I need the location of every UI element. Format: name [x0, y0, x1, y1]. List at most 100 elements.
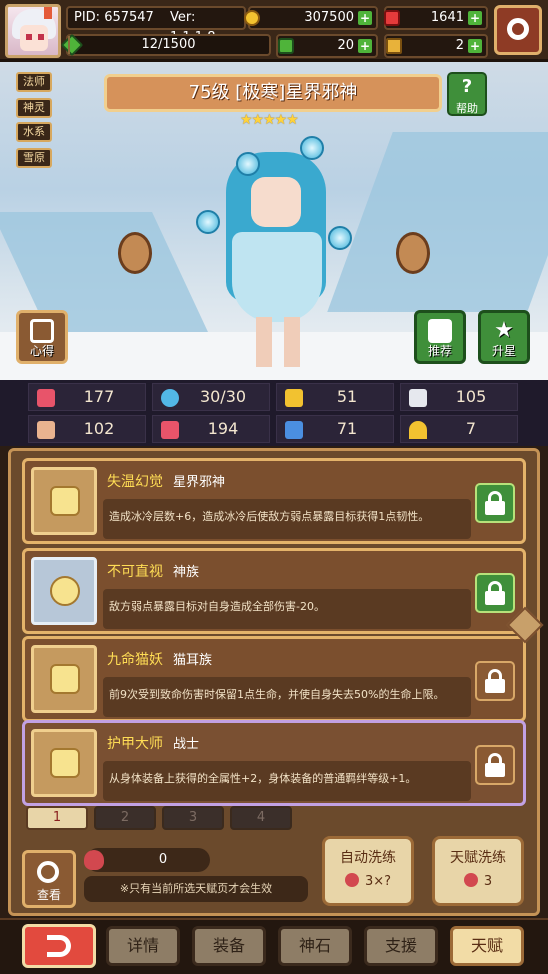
- talent-name: 九命猫妖: [107, 652, 163, 668]
- stat-value: 177: [83, 387, 115, 406]
- back-button[interactable]: [22, 924, 96, 968]
- stats-panel: 177 30/30 51 105 102 194 71 7: [0, 380, 548, 446]
- upstar-label: 升星: [491, 344, 516, 358]
- talent-row[interactable]: 失温幻觉 星界邪神 造成冰冷层数+6，造成冰冷后使敌方弱点暴露目标获得1点韧性。: [22, 458, 526, 544]
- help-button[interactable]: ? 帮助: [447, 72, 487, 116]
- nav-details[interactable]: 详情: [106, 926, 180, 966]
- gear-icon: [507, 18, 529, 40]
- gold-value: 307500: [304, 10, 354, 25]
- page-tab-1[interactable]: 1: [26, 806, 88, 830]
- recommend-label: 推荐: [427, 344, 452, 358]
- talent-row[interactable]: 不可直视 神族 敌方弱点暴露目标对自身造成全部伤害-20。: [22, 548, 526, 634]
- talent-icon: [31, 729, 97, 797]
- next-hero-button[interactable]: [396, 232, 430, 274]
- settings-button[interactable]: [494, 5, 542, 55]
- talent-row[interactable]: 护甲大师 战士 从身体装备上获得的全属性+2，身体装备的普通羁绊等级+1。: [22, 720, 526, 806]
- wash-cost-value: 0: [158, 852, 168, 867]
- nav-godstone[interactable]: 神石: [278, 926, 352, 966]
- page-tab-4[interactable]: 4: [230, 806, 292, 830]
- gem-value: 1641: [430, 10, 464, 25]
- return-arrow-icon: [47, 935, 71, 957]
- talent-name: 不可直视: [107, 564, 163, 580]
- magnifier-icon: [37, 861, 59, 883]
- stat-speed: 105: [400, 383, 518, 411]
- wash-cost: 0: [84, 848, 210, 872]
- auto-wash-label: 自动洗练: [340, 850, 396, 866]
- talent-row[interactable]: 九命猫妖 猫耳族 前9次受到致命伤害时保留1点生命，并使自身失去50%的生命上限…: [22, 636, 526, 722]
- page-tab-3[interactable]: 3: [162, 806, 224, 830]
- stat-value: 51: [336, 387, 358, 406]
- talent-wash-button[interactable]: 天赋洗练 3: [432, 836, 524, 906]
- ice-orb-icon: [300, 136, 324, 160]
- talent-tribe: 星界邪神: [173, 475, 226, 490]
- view-button[interactable]: 查看: [22, 850, 76, 908]
- talent-wash-cost: 3: [435, 873, 521, 889]
- xp-value: 12/1500: [141, 37, 196, 52]
- help-label: 帮助: [456, 102, 478, 115]
- nav-talent[interactable]: 天赋: [450, 926, 524, 966]
- pouch-icon: [344, 873, 359, 887]
- stat-mana: 30/30: [152, 383, 270, 411]
- prev-hero-button[interactable]: [118, 232, 152, 274]
- book-icon: [161, 421, 179, 439]
- unlock-icon: [485, 679, 505, 693]
- stair-icon: [285, 421, 303, 439]
- talent-wash-label: 天赋洗练: [450, 850, 506, 866]
- bottom-nav: 详情 装备 神石 支援 天赋: [0, 918, 548, 974]
- recommend-button[interactable]: 推荐: [414, 310, 466, 364]
- gold-coin-icon: [244, 10, 260, 26]
- xp-bar: 12/1500: [60, 33, 271, 57]
- lock-button[interactable]: [475, 483, 515, 523]
- talent-desc: 前9次受到致命伤害时保留1点生命，并使自身失去50%的生命上限。: [103, 677, 471, 717]
- player-avatar[interactable]: [5, 4, 61, 58]
- talent-desc: 敌方弱点暴露目标对自身造成全部伤害-20。: [103, 589, 471, 629]
- key-value: 2: [455, 38, 464, 53]
- pid-label: PID: 657547: [74, 10, 154, 25]
- add-key-button[interactable]: +: [468, 39, 482, 53]
- auto-wash-button[interactable]: 自动洗练 3×?: [322, 836, 414, 906]
- stat-attack: 102: [28, 415, 146, 443]
- talent-tribe: 战士: [173, 737, 200, 752]
- wash-area: 查看 0 ※只有当前所选天赋页才会生效 自动洗练 3×? 天赋洗练 3: [8, 836, 540, 916]
- lock-icon: [485, 501, 505, 515]
- clover-icon: [278, 38, 294, 54]
- hero-title: 75级 [极寒]星界邪神: [104, 74, 442, 112]
- hero-sprite: [196, 132, 356, 372]
- mana-drop-icon: [161, 389, 179, 407]
- add-gem-button[interactable]: +: [468, 11, 482, 25]
- page-tab-2[interactable]: 2: [94, 806, 156, 830]
- wing-icon: [409, 389, 427, 407]
- upstar-button[interactable]: ★ 升星: [478, 310, 530, 364]
- ice-orb-icon: [236, 152, 260, 176]
- stat-luck: 7: [400, 415, 518, 443]
- talent-icon: [31, 645, 97, 713]
- clover-bar: 20 +: [276, 34, 378, 58]
- element-tag: 水系: [16, 122, 52, 142]
- ice-orb-icon: [328, 226, 352, 250]
- talent-wash-cost-value: 3: [483, 874, 493, 889]
- nav-equipment[interactable]: 装备: [192, 926, 266, 966]
- class-tag: 法师: [16, 72, 52, 92]
- key-bar: 2 +: [384, 34, 488, 58]
- unlock-button[interactable]: [475, 745, 515, 785]
- notice-text: ※只有当前所选天赋页才会生效: [84, 876, 308, 902]
- add-gold-button[interactable]: +: [358, 11, 372, 25]
- talent-icon: [31, 467, 97, 535]
- stat-value: 7: [465, 419, 477, 438]
- race-tag: 神灵: [16, 98, 52, 118]
- notes-label: 心得: [29, 344, 54, 358]
- pouch-icon: [84, 850, 104, 870]
- lock-button[interactable]: [475, 573, 515, 613]
- nav-support[interactable]: 支援: [364, 926, 438, 966]
- heart-icon: [37, 389, 55, 407]
- notes-icon: [30, 319, 54, 343]
- auto-wash-cost-value: 3×?: [364, 874, 392, 889]
- shield-icon: [285, 389, 303, 407]
- unlock-button[interactable]: [475, 661, 515, 701]
- stat-value: 71: [336, 419, 358, 438]
- unlock-icon: [485, 763, 505, 777]
- stat-value: 102: [83, 419, 115, 438]
- talent-tribe: 神族: [173, 565, 200, 580]
- add-clover-button[interactable]: +: [358, 39, 372, 53]
- notes-button[interactable]: 心得: [16, 310, 68, 364]
